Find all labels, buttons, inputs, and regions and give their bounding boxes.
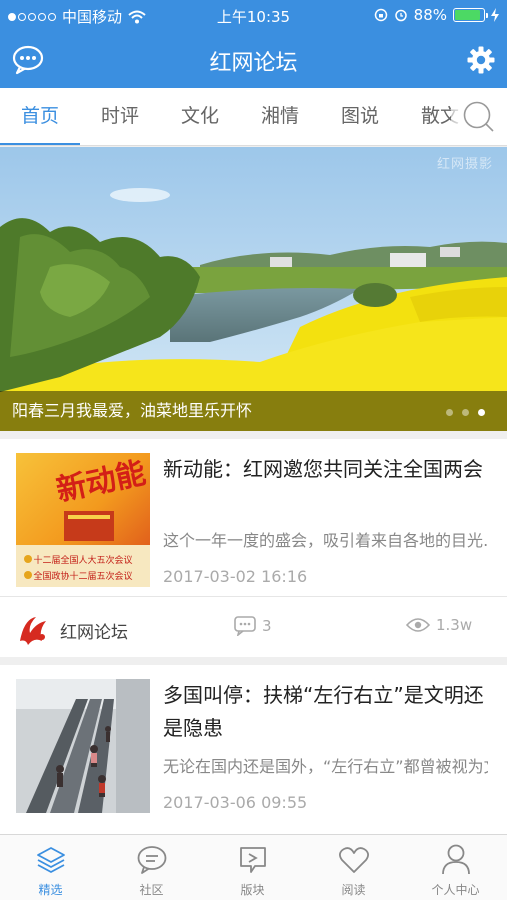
article-card[interactable]: 新动能 十二届全国人大五次会议 全国政协十二届五次会议 新动能：红网邀您共同关注… xyxy=(0,439,507,657)
banner-watermark: 红网摄影 xyxy=(436,157,493,172)
article-source[interactable]: 红网论坛 xyxy=(14,611,128,649)
comment-count[interactable]: 3 xyxy=(234,616,272,636)
article-thumbnail xyxy=(16,679,150,813)
source-name: 红网论坛 xyxy=(60,622,128,643)
nav-community[interactable]: 社区 xyxy=(101,835,202,900)
banner-carousel[interactable]: 红网摄影 阳春三月我最爱，油菜地里乐开怀 xyxy=(0,147,507,431)
article-meta: 红网论坛 3 1.3w xyxy=(0,597,507,657)
carousel-dot[interactable] xyxy=(462,409,469,416)
eye-icon xyxy=(406,618,430,632)
search-button[interactable] xyxy=(451,88,507,145)
carousel-dot[interactable] xyxy=(446,409,453,416)
article-time: 2017-03-02 16:16 xyxy=(163,567,308,586)
nav-boards[interactable]: 版块 xyxy=(202,835,303,900)
person-icon xyxy=(441,844,470,875)
gear-icon[interactable] xyxy=(463,42,499,78)
banner-caption: 阳春三月我最爱，油菜地里乐开怀 xyxy=(0,391,507,431)
banner-image xyxy=(0,147,507,431)
view-count: 1.3w xyxy=(406,616,472,634)
layers-icon xyxy=(36,847,65,873)
article-card[interactable]: 多国叫停：扶梯“左行右立”是文明还是隐患 无论在国内还是国外，“左行右立”都曾被… xyxy=(0,665,507,835)
carousel-dot[interactable] xyxy=(478,409,485,416)
nav-label: 精选 xyxy=(38,883,63,897)
alarm-icon xyxy=(394,9,407,22)
article-title[interactable]: 多国叫停：扶梯“左行右立”是文明还是隐患 xyxy=(163,679,493,745)
tab-home[interactable]: 首页 xyxy=(0,88,80,145)
comment-icon xyxy=(234,616,256,636)
status-bar: 中国移动 上午10:35 88% xyxy=(0,0,507,32)
status-right: 88% xyxy=(374,6,499,24)
nav-featured[interactable]: 精选 xyxy=(0,835,101,900)
comment-count-value: 3 xyxy=(262,617,272,635)
nav-label: 社区 xyxy=(139,883,164,897)
article-title[interactable]: 新动能：红网邀您共同关注全国两会 xyxy=(163,453,493,486)
heart-icon xyxy=(338,847,369,873)
article-thumbnail: 新动能 十二届全国人大五次会议 全国政协十二届五次会议 xyxy=(16,453,150,587)
app-header: 红网论坛 xyxy=(0,32,507,88)
thumb-line1: 十二届全国人大五次会议 xyxy=(33,554,132,566)
battery-icon xyxy=(453,8,488,22)
nav-label: 个人中心 xyxy=(431,883,480,897)
article-summary: 这个一年一度的盛会，吸引着来自各地的目光…… xyxy=(163,531,488,550)
thumb-line2: 全国政协十二届五次会议 xyxy=(33,570,132,582)
carousel-indicator xyxy=(446,409,485,416)
nav-reading[interactable]: 阅读 xyxy=(303,835,404,900)
article-time: 2017-03-06 09:55 xyxy=(163,793,308,812)
view-count-value: 1.3w xyxy=(436,616,473,634)
article-summary: 无论在国内还是国外，“左行右立”都曾被视为文明…… xyxy=(163,757,488,776)
nav-label: 版块 xyxy=(240,883,265,897)
chat-icon xyxy=(137,846,166,874)
search-icon xyxy=(463,101,494,132)
rednet-logo-icon xyxy=(20,617,46,645)
battery-percent: 88% xyxy=(413,6,447,24)
tab-hunan[interactable]: 湘情 xyxy=(240,88,320,145)
charging-icon xyxy=(491,8,499,22)
tab-commentary[interactable]: 时评 xyxy=(80,88,160,145)
tab-culture[interactable]: 文化 xyxy=(160,88,240,145)
tab-pictures[interactable]: 图说 xyxy=(320,88,400,145)
nav-label: 阅读 xyxy=(341,883,366,897)
category-tabs: 首页 时评 文化 湘情 图说 散文 xyxy=(0,88,507,146)
nav-profile[interactable]: 个人中心 xyxy=(404,835,507,900)
board-icon xyxy=(239,847,266,873)
rotation-lock-icon xyxy=(374,8,387,22)
page-title: 红网论坛 xyxy=(209,51,298,76)
bottom-nav: 精选 社区 版块 阅读 个人中心 xyxy=(0,834,507,900)
